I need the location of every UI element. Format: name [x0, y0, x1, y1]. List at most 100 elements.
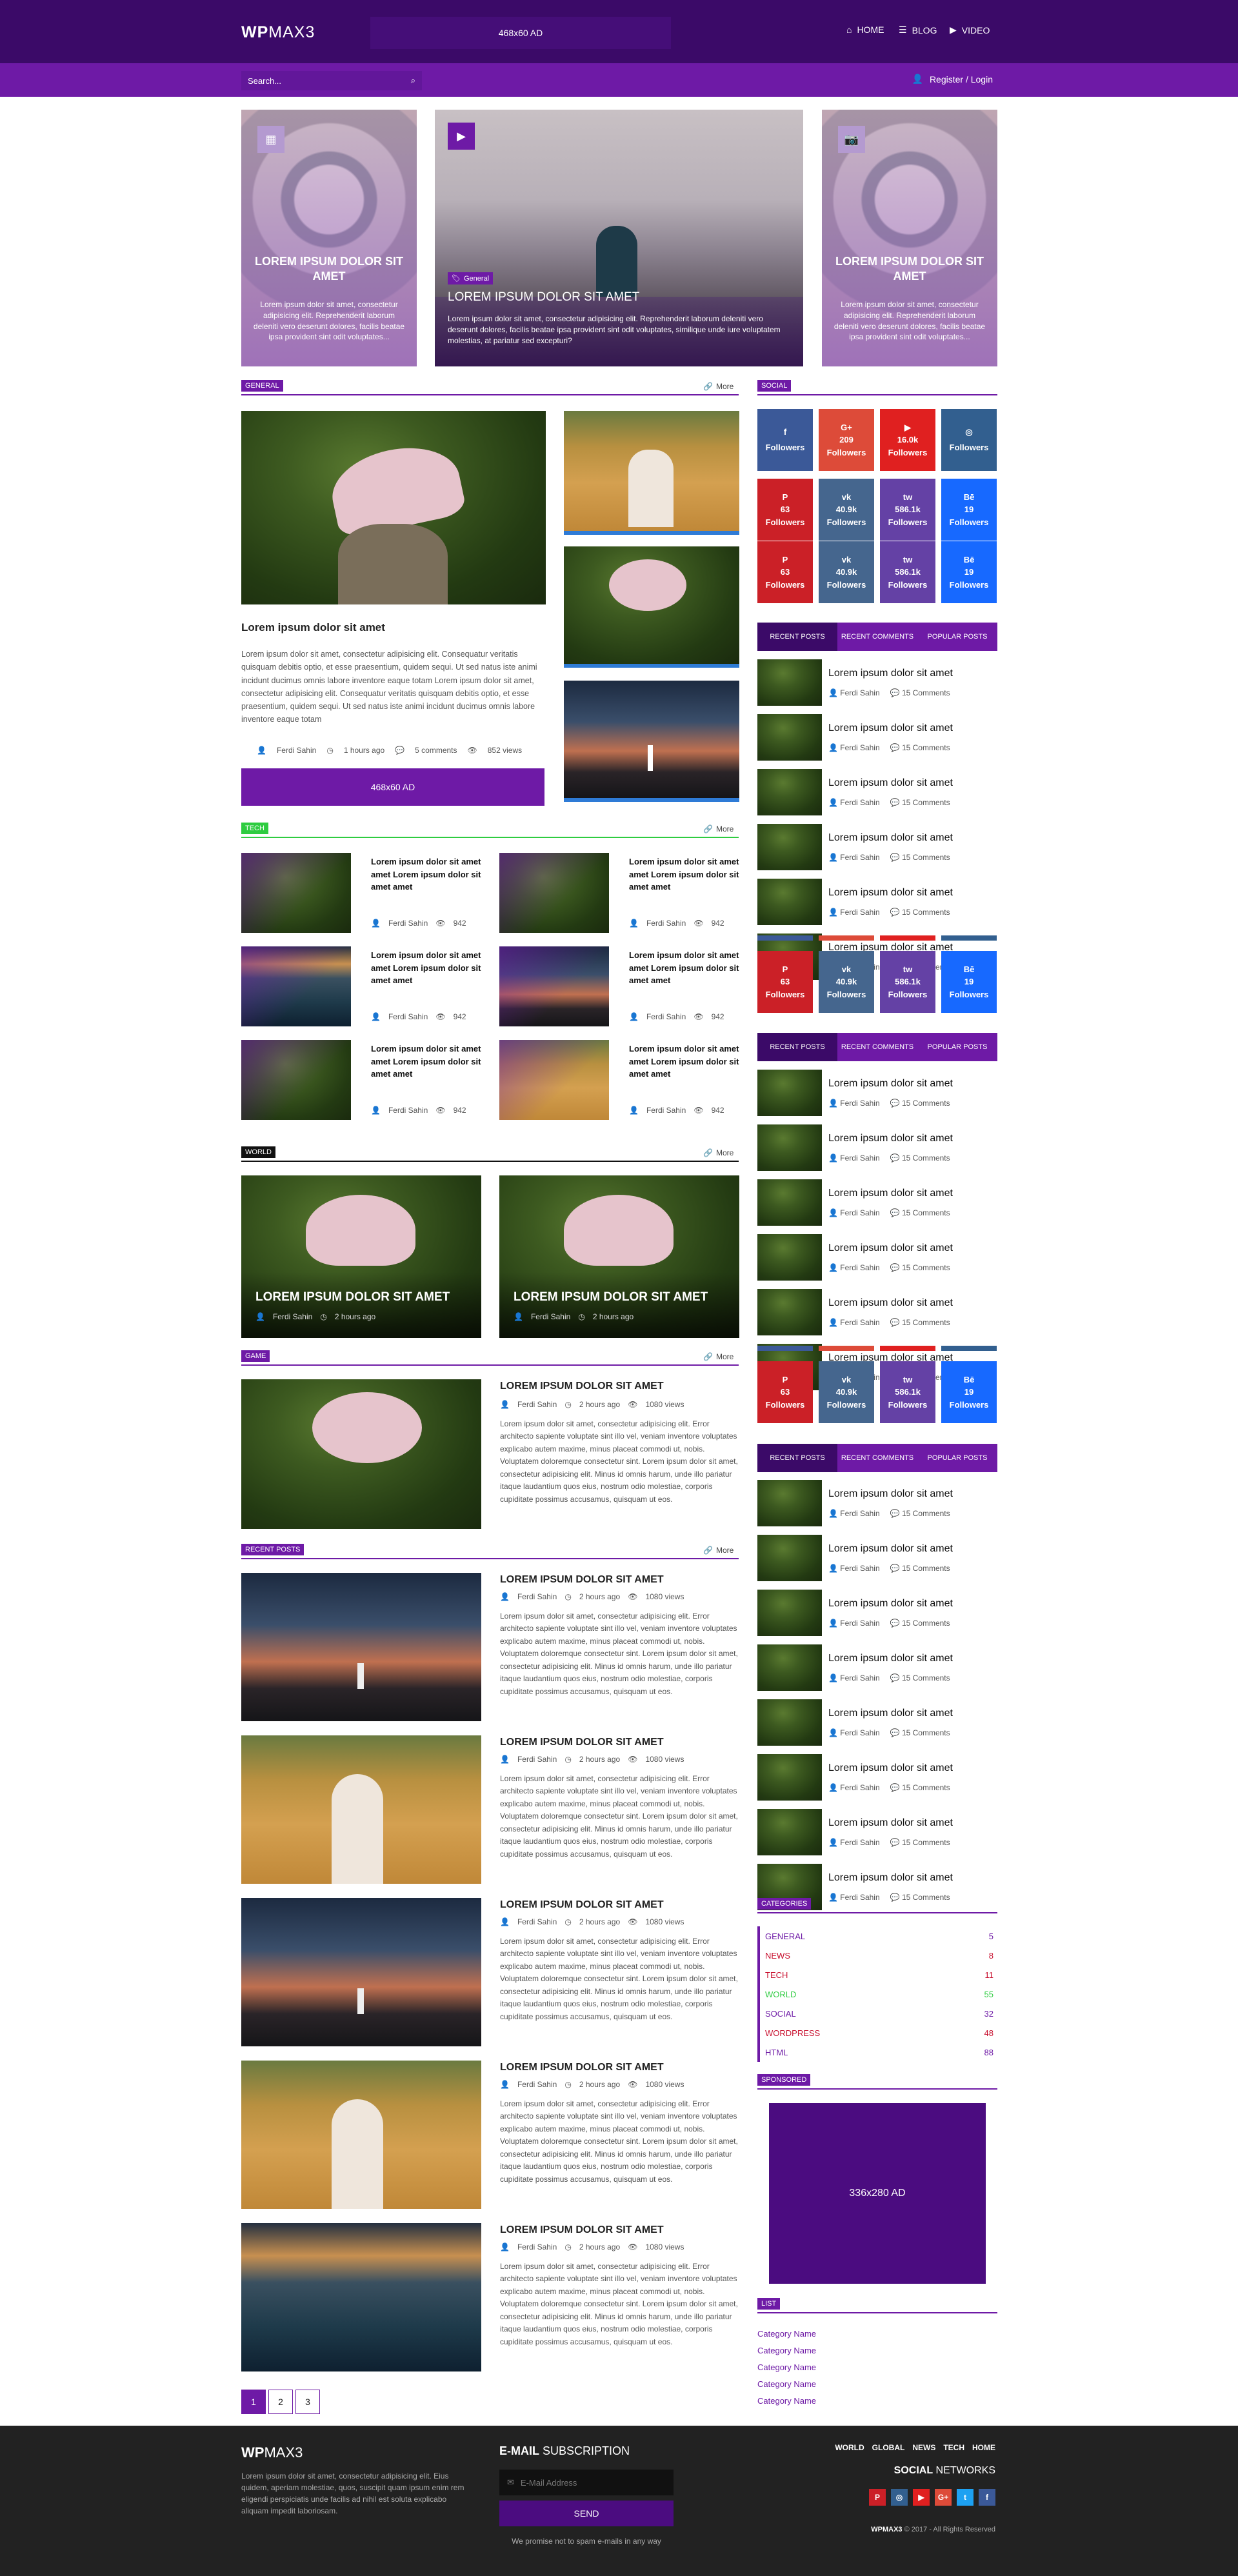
recent-image[interactable] — [241, 2223, 481, 2371]
list-item[interactable]: Lorem ipsum dolor sit amet👤 Ferdi Sahin💬… — [757, 879, 997, 925]
tech-thumb[interactable] — [499, 1040, 609, 1120]
behance-followers[interactable]: Bē 19 Followers — [941, 951, 997, 1013]
list-item[interactable]: Lorem ipsum dolor sit amet👤 Ferdi Sahin💬… — [757, 1070, 997, 1116]
category-item[interactable]: NEWS 8 — [757, 1946, 993, 1965]
pinterest-icon[interactable]: P — [869, 2489, 886, 2506]
pinterest-followers[interactable]: P 63 Followers — [757, 1361, 813, 1423]
footer-nav-home[interactable]: HOME — [972, 2443, 995, 2452]
general-main-title[interactable]: Lorem ipsum dolor sit amet — [241, 621, 385, 634]
youtube-followers[interactable]: ▶ 16.0k Followers — [880, 409, 935, 471]
tech-thumb[interactable] — [499, 946, 609, 1026]
category-item[interactable]: TECH 11 — [757, 1965, 993, 1984]
recent-title[interactable]: LOREM IPSUM DOLOR SIT AMET — [500, 1574, 664, 1586]
tab-recent-comments[interactable]: RECENT COMMENTS — [837, 1444, 917, 1472]
tab-recent-posts[interactable]: RECENT POSTS — [757, 1033, 837, 1061]
list-item[interactable]: Lorem ipsum dolor sit amet👤 Ferdi Sahin💬… — [757, 1535, 997, 1581]
hero-center-tag[interactable]: 🏷 General — [448, 272, 494, 285]
hero-card-center[interactable]: ▶ 🏷 General LOREM IPSUM DOLOR SIT AMET Lo… — [435, 110, 803, 366]
category-link[interactable]: Category Name — [757, 2359, 816, 2376]
general-thumb-1[interactable] — [564, 411, 739, 531]
facebook-followers[interactable]: f Followers — [757, 409, 813, 471]
pinterest-followers[interactable]: P 63 Followers — [757, 479, 813, 541]
list-item[interactable]: Lorem ipsum dolor sit amet👤 Ferdi Sahin💬… — [757, 1590, 997, 1636]
category-link[interactable]: Category Name — [757, 2342, 816, 2359]
footer-nav-news[interactable]: NEWS — [912, 2443, 935, 2452]
general-thumb-3[interactable] — [564, 681, 739, 798]
recent-title[interactable]: LOREM IPSUM DOLOR SIT AMET — [500, 1737, 664, 1748]
register-login-link[interactable]: 👤 Register / Login — [912, 74, 993, 85]
site-logo[interactable]: WPMAX3 — [241, 23, 315, 42]
tech-thumb[interactable] — [241, 1040, 351, 1120]
send-button[interactable]: SEND — [499, 2501, 674, 2526]
list-item[interactable]: Lorem ipsum dolor sit amet👤 Ferdi Sahin💬… — [757, 1644, 997, 1691]
page-2-button[interactable]: 2 — [268, 2390, 293, 2414]
tech-more-link[interactable]: 🔗 More — [703, 824, 734, 834]
general-thumb-2[interactable] — [564, 546, 739, 664]
twitch-followers[interactable]: tw 586.1k Followers — [880, 479, 935, 541]
search-icon[interactable]: ⌕ — [411, 75, 415, 86]
category-item[interactable]: SOCIAL 32 — [757, 2004, 993, 2023]
twitch-followers[interactable]: tw 586.1k Followers — [880, 541, 935, 603]
vk-followers[interactable]: vk 40.9k Followers — [819, 541, 874, 603]
list-item[interactable]: Lorem ipsum dolor sit amet👤 Ferdi Sahin💬… — [757, 714, 997, 761]
tab-recent-comments[interactable]: RECENT COMMENTS — [837, 1033, 917, 1061]
header-ad[interactable]: 468x60 AD — [370, 17, 671, 49]
email-field[interactable]: ✉ E-Mail Address — [499, 2470, 674, 2495]
recent-image[interactable] — [241, 1735, 481, 1884]
category-item[interactable]: HTML 88 — [757, 2042, 993, 2062]
pinterest-followers[interactable]: P 63 Followers — [757, 541, 813, 603]
footer-logo[interactable]: WPMAX3 — [241, 2444, 303, 2461]
twitch-followers[interactable]: tw 586.1k Followers — [880, 1361, 935, 1423]
page-3-button[interactable]: 3 — [295, 2390, 320, 2414]
tech-item-title[interactable]: Lorem ipsum dolor sit amet amet Lorem ip… — [371, 1043, 494, 1081]
recent-title[interactable]: LOREM IPSUM DOLOR SIT AMET — [500, 2224, 664, 2236]
world-more-link[interactable]: 🔗 More — [703, 1148, 734, 1157]
tech-thumb[interactable] — [241, 853, 351, 933]
recent-more-link[interactable]: 🔗 More — [703, 1546, 734, 1555]
tech-thumb[interactable] — [499, 853, 609, 933]
behance-followers[interactable]: Bē 19 Followers — [941, 479, 997, 541]
recent-image[interactable] — [241, 1573, 481, 1721]
category-link[interactable]: Category Name — [757, 2376, 816, 2393]
category-item[interactable]: WORDPRESS 48 — [757, 2023, 993, 2042]
page-1-button[interactable]: 1 — [241, 2390, 266, 2414]
tab-recent-posts[interactable]: RECENT POSTS — [757, 1444, 837, 1472]
google-plus-icon[interactable]: G+ — [935, 2489, 952, 2506]
list-item[interactable]: Lorem ipsum dolor sit amet👤 Ferdi Sahin💬… — [757, 1179, 997, 1226]
twitter-icon[interactable]: t — [957, 2489, 973, 2506]
recent-title[interactable]: LOREM IPSUM DOLOR SIT AMET — [500, 1899, 664, 1911]
tab-popular-posts[interactable]: POPULAR POSTS — [917, 1033, 997, 1061]
tab-popular-posts[interactable]: POPULAR POSTS — [917, 623, 997, 651]
vk-followers[interactable]: vk 40.9k Followers — [819, 1361, 874, 1423]
behance-followers[interactable]: Bē 19 Followers — [941, 541, 997, 603]
category-item[interactable]: WORLD 55 — [757, 1984, 993, 2004]
category-link[interactable]: Category Name — [757, 2326, 816, 2342]
list-item[interactable]: Lorem ipsum dolor sit amet👤 Ferdi Sahin💬… — [757, 769, 997, 815]
category-item[interactable]: GENERAL 5 — [757, 1926, 993, 1946]
game-image[interactable] — [241, 1379, 481, 1529]
list-item[interactable]: Lorem ipsum dolor sit amet👤 Ferdi Sahin💬… — [757, 1289, 997, 1335]
tab-popular-posts[interactable]: POPULAR POSTS — [917, 1444, 997, 1472]
tech-item-title[interactable]: Lorem ipsum dolor sit amet amet Lorem ip… — [629, 855, 745, 894]
list-item[interactable]: Lorem ipsum dolor sit amet👤 Ferdi Sahin💬… — [757, 1480, 997, 1526]
list-item[interactable]: Lorem ipsum dolor sit amet👤 Ferdi Sahin💬… — [757, 1234, 997, 1281]
world-card-1[interactable]: LOREM IPSUM DOLOR SIT AMET 👤 Ferdi Sahin ◷… — [241, 1175, 481, 1338]
twitch-followers[interactable]: tw 586.1k Followers — [880, 951, 935, 1013]
list-item[interactable]: Lorem ipsum dolor sit amet👤 Ferdi Sahin💬… — [757, 1699, 997, 1746]
recent-image[interactable] — [241, 2061, 481, 2209]
instagram-followers[interactable]: ◎ Followers — [941, 409, 997, 471]
behance-followers[interactable]: Bē 19 Followers — [941, 1361, 997, 1423]
footer-nav-world[interactable]: WORLD — [835, 2443, 864, 2452]
game-more-link[interactable]: 🔗 More — [703, 1352, 734, 1361]
nav-video[interactable]: ▶ VIDEO — [950, 25, 990, 35]
world-card-2[interactable]: LOREM IPSUM DOLOR SIT AMET 👤 Ferdi Sahin ◷… — [499, 1175, 739, 1338]
sponsored-ad[interactable]: 336x280 AD — [769, 2103, 986, 2284]
category-link[interactable]: Category Name — [757, 2393, 816, 2410]
list-item[interactable]: Lorem ipsum dolor sit amet👤 Ferdi Sahin💬… — [757, 1754, 997, 1801]
nav-home[interactable]: ⌂ HOME — [846, 25, 884, 35]
hero-center-title[interactable]: LOREM IPSUM DOLOR SIT AMET — [448, 290, 639, 305]
facebook-icon[interactable]: f — [979, 2489, 995, 2506]
tech-thumb[interactable] — [241, 946, 351, 1026]
footer-nav-global[interactable]: GLOBAL — [872, 2443, 905, 2452]
nav-blog[interactable]: ☰ BLOG — [899, 25, 937, 35]
